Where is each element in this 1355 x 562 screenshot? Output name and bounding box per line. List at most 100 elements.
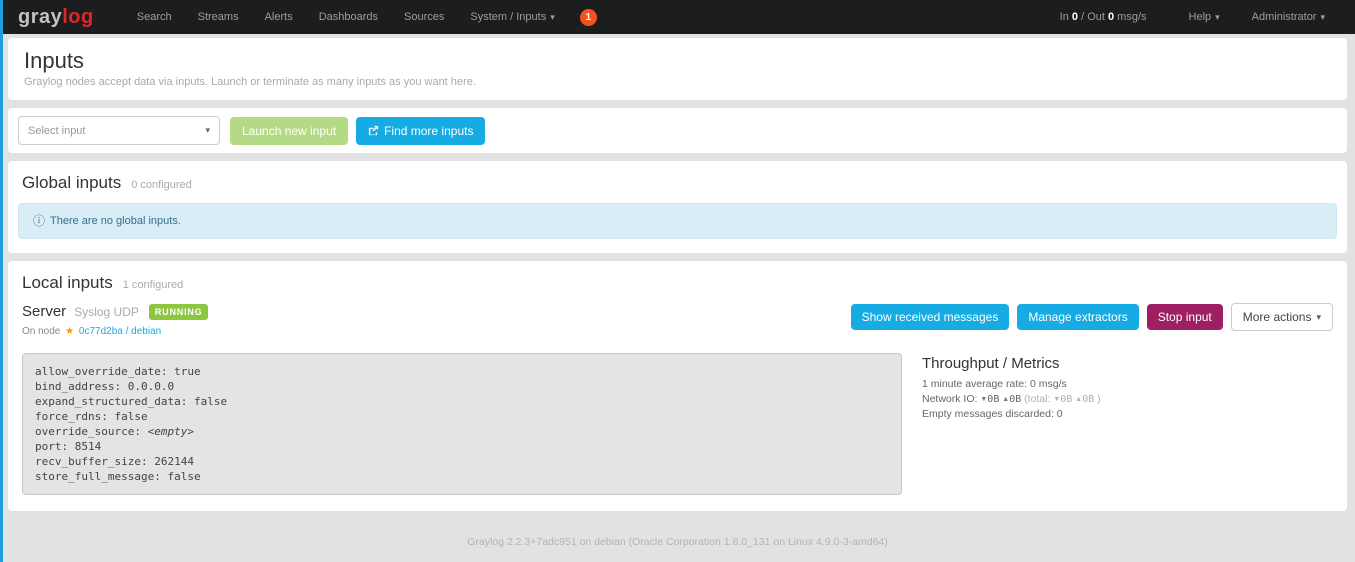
logo-text-log: log <box>62 6 94 28</box>
config-key: expand_structured_data <box>35 395 194 408</box>
page-subtitle: Graylog nodes accept data via inputs. La… <box>24 76 1331 88</box>
empty-messages-line: Empty messages discarded: 0 <box>922 407 1101 422</box>
manage-extractors-button[interactable]: Manage extractors <box>1017 304 1138 330</box>
node-line: On node ★ 0c77d2ba / debian <box>22 326 208 337</box>
config-line: bind_address0.0.0.0 <box>35 379 889 394</box>
config-value: 262144 <box>154 455 194 468</box>
config-key: store_full_message <box>35 470 167 483</box>
input-actions: Show received messages Manage extractors… <box>843 303 1333 331</box>
window-focus-strip <box>0 0 3 562</box>
local-inputs-title-row: Local inputs 1 configured <box>22 273 1337 293</box>
more-actions-label: More actions <box>1243 310 1312 324</box>
network-io-total-up: 0B <box>1082 394 1094 405</box>
throughput-unit: msg/s <box>1117 11 1146 23</box>
config-key: recv_buffer_size <box>35 455 154 468</box>
total-close: ) <box>1097 393 1101 405</box>
more-actions-button[interactable]: More actions ▾ <box>1231 303 1333 331</box>
info-circle-icon: ⓘ <box>33 215 45 227</box>
status-badge: RUNNING <box>149 304 209 320</box>
config-key: bind_address <box>35 380 128 393</box>
config-line: recv_buffer_size262144 <box>35 454 889 469</box>
throughput-prefix: In <box>1060 11 1069 23</box>
network-io-up: 0B <box>1009 394 1021 405</box>
config-value: false <box>114 410 147 423</box>
config-value: 0.0.0.0 <box>128 380 174 393</box>
nav-item-system-inputs[interactable]: System / Inputs ▾ <box>457 11 567 23</box>
config-value: false <box>194 395 227 408</box>
nav-item-streams[interactable]: Streams <box>185 11 252 23</box>
throughput-metrics: Throughput / Metrics 1 minute average ra… <box>922 353 1101 495</box>
config-line: expand_structured_datafalse <box>35 394 889 409</box>
nav-item-user-menu[interactable]: Administrator▾ <box>1236 11 1341 23</box>
config-line: force_rdnsfalse <box>35 409 889 424</box>
stop-input-button[interactable]: Stop input <box>1147 304 1223 330</box>
config-key: force_rdns <box>35 410 114 423</box>
graylog-logo[interactable]: graylog <box>18 6 94 29</box>
caret-down-icon: ▾ <box>1320 12 1325 22</box>
input-identity: Server Syslog UDP RUNNING On node ★ 0c77… <box>22 303 208 337</box>
global-throughput: In 0 / Out 0 msg/s <box>1060 11 1147 23</box>
config-line: port8514 <box>35 439 889 454</box>
local-inputs-panel: Local inputs 1 configured Server Syslog … <box>8 261 1347 511</box>
launch-new-input-button[interactable]: Launch new input <box>230 117 348 145</box>
config-line: allow_override_datetrue <box>35 364 889 379</box>
find-more-inputs-label: Find more inputs <box>384 124 473 138</box>
node-label: On node <box>22 326 60 337</box>
select-input-dropdown[interactable]: Select input ▾ <box>18 116 220 145</box>
config-line: override_source<empty> <box>35 424 889 439</box>
input-launcher-panel: Select input ▾ Launch new input Find mor… <box>8 108 1347 153</box>
metrics-title: Throughput / Metrics <box>922 355 1101 372</box>
find-more-inputs-button[interactable]: Find more inputs <box>356 117 485 145</box>
network-io-total-down: 0B <box>1060 394 1072 405</box>
global-inputs-count: 0 configured <box>131 179 192 191</box>
alert-message: There are no global inputs. <box>50 215 181 227</box>
config-value: true <box>174 365 201 378</box>
average-rate-line: 1 minute average rate: 0 msg/s <box>922 377 1101 392</box>
nav-item-label: System / Inputs <box>470 11 546 23</box>
config-key: allow_override_date <box>35 365 174 378</box>
total-label: (total: <box>1024 393 1050 405</box>
config-key: port <box>35 440 75 453</box>
local-inputs-title: Local inputs <box>22 273 113 293</box>
global-inputs-panel: Global inputs 0 configured ⓘ There are n… <box>8 161 1347 253</box>
nav-item-help[interactable]: Help▾ <box>1173 11 1236 23</box>
show-received-messages-button[interactable]: Show received messages <box>851 304 1010 330</box>
caret-down-icon: ▾ <box>550 12 555 22</box>
page-header-panel: Inputs Graylog nodes accept data via inp… <box>8 38 1347 100</box>
input-name: Server <box>22 303 66 320</box>
nav-item-sources[interactable]: Sources <box>391 11 457 23</box>
throughput-mid: / Out <box>1081 11 1105 23</box>
input-entry-header: Server Syslog UDP RUNNING On node ★ 0c77… <box>22 303 1333 337</box>
network-io-down: 0B <box>987 394 999 405</box>
config-value: <empty> <box>148 425 194 438</box>
notification-badge[interactable]: 1 <box>580 9 597 26</box>
nav-menu: Search Streams Alerts Dashboards Sources… <box>124 9 597 26</box>
input-configuration-block: allow_override_datetrue bind_address0.0.… <box>22 353 902 495</box>
nav-item-alerts[interactable]: Alerts <box>252 11 306 23</box>
top-navbar: graylog Search Streams Alerts Dashboards… <box>0 0 1355 34</box>
star-icon: ★ <box>65 326 74 337</box>
throughput-in-value: 0 <box>1072 11 1078 23</box>
caret-down-icon: ▾ <box>1215 12 1220 22</box>
network-io-total: (total: ▼0B ▲0B ) <box>1024 393 1101 405</box>
input-type: Syslog UDP <box>74 305 139 319</box>
nav-right-group: In 0 / Out 0 msg/s Help▾ Administrator▾ <box>1060 11 1341 23</box>
select-input-placeholder: Select input <box>28 125 205 137</box>
throughput-out-value: 0 <box>1108 11 1114 23</box>
nav-item-dashboards[interactable]: Dashboards <box>306 11 391 23</box>
config-value: 8514 <box>75 440 102 453</box>
config-key: override_source <box>35 425 148 438</box>
node-link[interactable]: 0c77d2ba / debian <box>79 326 161 337</box>
config-value: false <box>167 470 200 483</box>
caret-down-icon: ▾ <box>205 125 210 136</box>
input-title-line: Server Syslog UDP RUNNING <box>22 303 208 320</box>
global-inputs-title: Global inputs <box>22 173 121 193</box>
global-inputs-title-row: Global inputs 0 configured <box>22 173 1337 193</box>
network-io-line: Network IO: ▼0B ▲0B (total: ▼0B ▲0B ) <box>922 392 1101 407</box>
nav-item-search[interactable]: Search <box>124 11 185 23</box>
config-line: store_full_messagefalse <box>35 469 889 484</box>
caret-down-icon: ▾ <box>1316 312 1321 323</box>
page-title: Inputs <box>24 48 1331 74</box>
help-label: Help <box>1189 11 1212 23</box>
logo-text-gray: gray <box>18 6 62 28</box>
